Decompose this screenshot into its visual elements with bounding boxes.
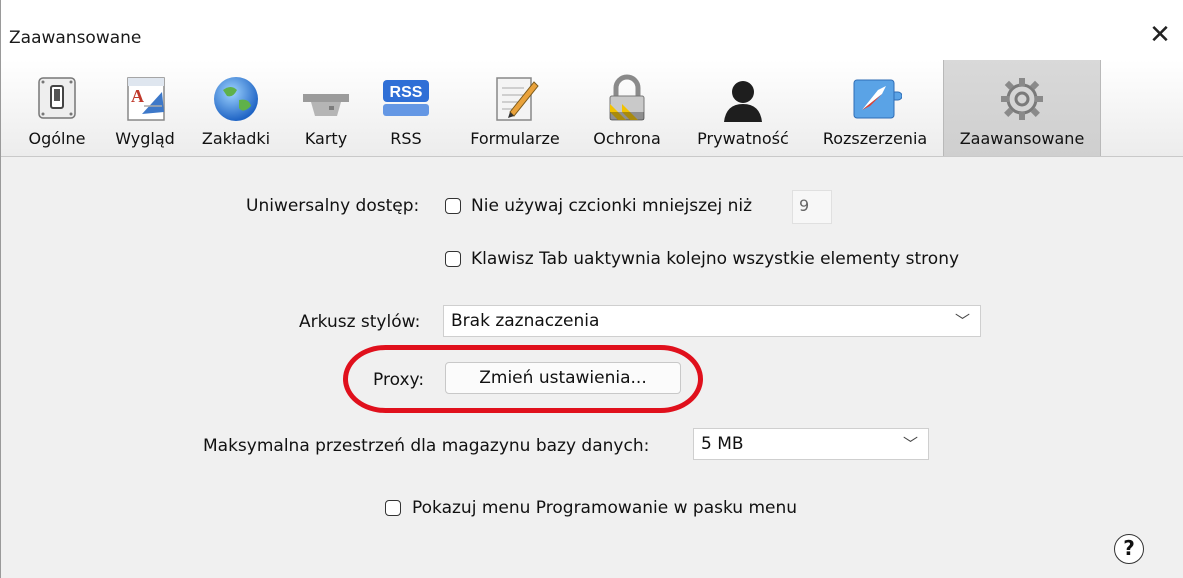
tab-label: Prywatność (697, 129, 789, 148)
tab-highlights-checkbox-label: Klawisz Tab uaktywnia kolejno wszystkie … (471, 249, 960, 269)
preferences-window: Zaawansowane ✕ Ogólne A Wygląd Zakładki … (0, 0, 1183, 578)
min-font-size-input[interactable]: 9 (792, 190, 832, 224)
min-font-checkbox-label: Nie używaj czcionki mniejszej niż (471, 196, 753, 216)
extensions-compass-icon (853, 79, 902, 119)
tab-label: Ochrona (593, 129, 661, 148)
database-storage-label: Maksymalna przestrzeń dla magazynu bazy … (203, 436, 650, 456)
tab-label: Karty (304, 129, 348, 148)
svg-text:A: A (131, 86, 144, 106)
svg-text:RSS: RSS (390, 84, 423, 101)
preferences-toolbar: Ogólne A Wygląd Zakładki Karty RSS RSS F… (1, 60, 1183, 157)
forms-pencil-icon (496, 77, 539, 121)
min-font-checkbox[interactable] (445, 198, 461, 214)
database-storage-value: 5 MB (701, 434, 744, 454)
tab-label: Formularze (470, 129, 560, 148)
stylesheet-select[interactable]: Brak zaznaczenia ﹀ (443, 305, 981, 337)
stylesheet-value: Brak zaznaczenia (451, 311, 600, 331)
universal-access-label: Uniwersalny dostęp: (246, 196, 420, 216)
tab-label: Zakładki (201, 129, 271, 148)
develop-menu-checkbox-label: Pokazuj menu Programowanie w pasku menu (412, 498, 798, 518)
tab-label: Rozszerzenia (822, 129, 928, 148)
globe-icon (214, 77, 258, 121)
tab-bookmarks[interactable]: Zakładki (191, 60, 281, 156)
general-switch-icon (38, 77, 76, 119)
tab-label: Zaawansowane (959, 129, 1085, 148)
help-button[interactable]: ? (1114, 534, 1144, 564)
tabs-icon (303, 94, 349, 116)
appearance-icon: A (127, 77, 165, 121)
tab-forms[interactable]: Formularze (455, 60, 575, 156)
rss-icon: RSS (383, 80, 429, 116)
chevron-down-icon: ﹀ (954, 312, 970, 330)
gears-icon (1001, 78, 1043, 120)
close-icon[interactable]: ✕ (1145, 22, 1175, 52)
proxy-highlight-ellipse (343, 345, 703, 413)
develop-menu-checkbox[interactable] (385, 500, 401, 516)
tab-rss[interactable]: RSS RSS (373, 60, 439, 156)
tab-general[interactable]: Ogólne (15, 60, 99, 156)
title-bar: Zaawansowane ✕ (1, 0, 1183, 60)
window-title: Zaawansowane (9, 28, 142, 48)
stylesheet-label: Arkusz stylów: (299, 312, 421, 332)
chevron-down-icon: ﹀ (902, 435, 918, 453)
tab-extensions[interactable]: Rozszerzenia (811, 60, 939, 156)
database-storage-select[interactable]: 5 MB ﹀ (693, 428, 929, 460)
lock-icon (609, 74, 645, 121)
person-silhouette-icon (724, 81, 762, 122)
tab-highlights-checkbox[interactable] (445, 251, 461, 267)
tab-tabs[interactable]: Karty (291, 60, 361, 156)
tab-label: RSS (390, 129, 422, 148)
tab-label: Wygląd (115, 129, 175, 148)
tab-appearance[interactable]: A Wygląd (105, 60, 185, 156)
tab-label: Ogólne (28, 129, 86, 148)
tab-security[interactable]: Ochrona (581, 60, 673, 156)
tab-advanced[interactable]: Zaawansowane (943, 60, 1101, 156)
tab-privacy[interactable]: Prywatność (681, 60, 805, 156)
